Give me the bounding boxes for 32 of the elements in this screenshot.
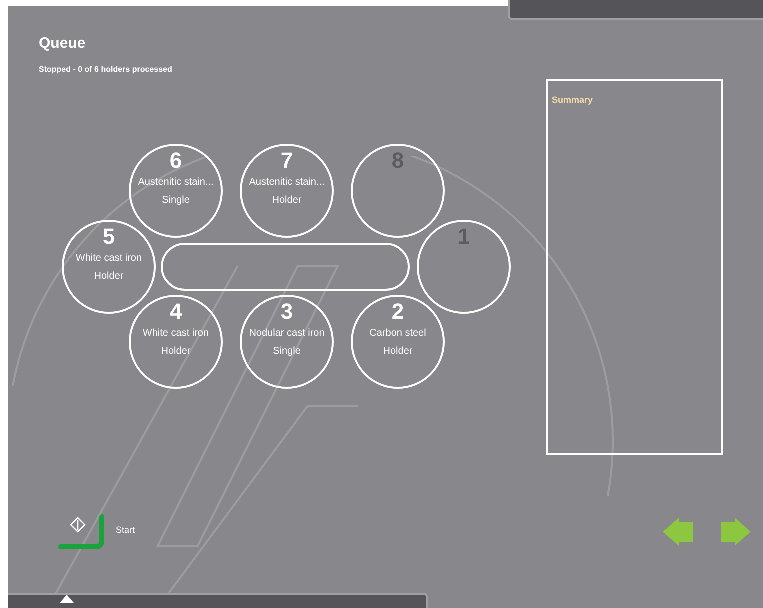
holder-type-label: Holder [161, 345, 191, 359]
holder-slot[interactable]: 6 Austenitic stain... Single [129, 144, 223, 238]
holder-slot[interactable]: 5 White cast iron Holder [62, 220, 156, 314]
holder-type-label: Holder [272, 194, 302, 208]
next-arrow-button[interactable] [719, 517, 751, 547]
slot-number: 5 [102, 224, 116, 250]
material-label: Austenitic stain... [138, 176, 214, 190]
page-title: Queue [39, 34, 87, 54]
slot-number: 3 [280, 299, 294, 325]
holder-slot[interactable]: 4 White cast iron Holder [129, 295, 223, 389]
holder-slot[interactable]: 2 Carbon steel Holder [351, 295, 445, 389]
holder-type-label: Single [273, 345, 301, 359]
queue-status: Stopped - 0 of 6 holders processed [39, 64, 174, 76]
material-label: White cast iron [142, 327, 210, 341]
start-button[interactable]: Start [58, 513, 136, 551]
holder-type-label: Single [162, 194, 190, 208]
holder-slot[interactable]: 3 Nodular cast iron Single [240, 295, 334, 389]
slot-number: 6 [170, 148, 182, 174]
previous-arrow-button[interactable] [663, 517, 695, 547]
diamond-start-icon [70, 517, 86, 533]
slot-number: 4 [170, 299, 182, 325]
material-label: White cast iron [76, 252, 142, 266]
slot-number: 7 [280, 148, 294, 174]
holder-slot[interactable]: 7 Austenitic stain... Holder [240, 144, 334, 238]
slot-number: 2 [392, 299, 404, 325]
summary-title: Summary [552, 95, 594, 105]
material-label: Carbon steel [370, 327, 426, 341]
holder-type-label: Holder [94, 270, 124, 284]
up-triangle-icon[interactable] [60, 595, 74, 603]
holder-type-label: Holder [383, 345, 413, 359]
material-label: Austenitic stain... [249, 176, 325, 190]
material-label: Nodular cast iron [249, 327, 325, 341]
